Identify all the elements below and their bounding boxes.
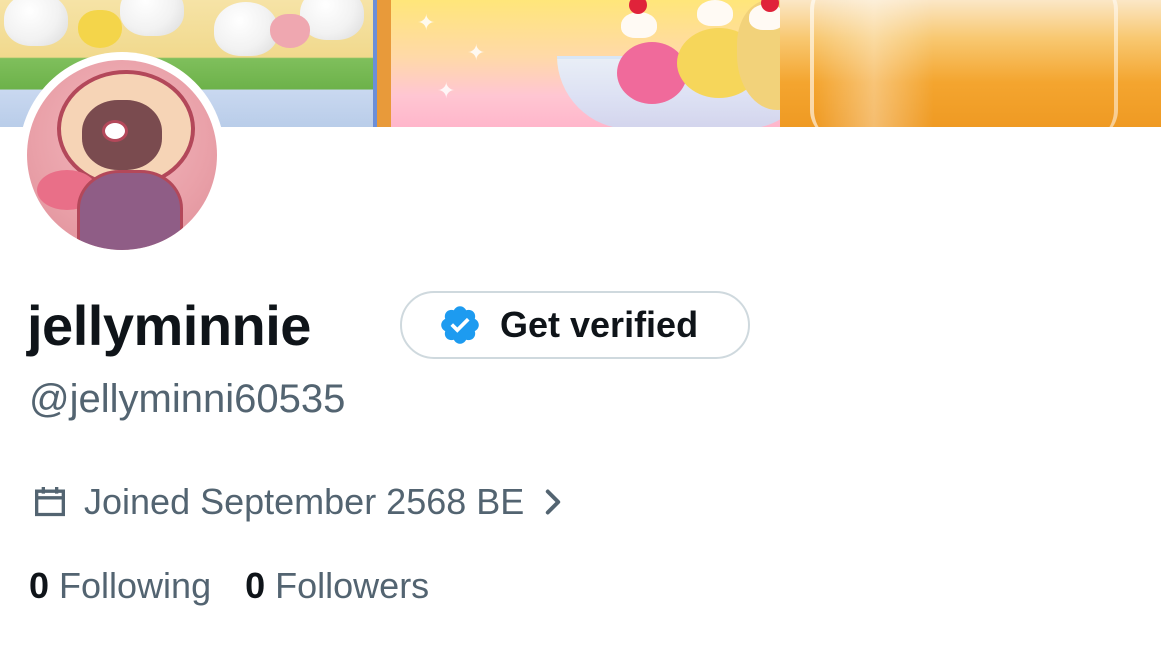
display-name: jellyminnie: [27, 294, 311, 357]
calendar-icon: [35, 487, 65, 517]
followers-link[interactable]: 0 Followers: [245, 565, 429, 607]
profile-page: ✦ ✦ ✦ jellyminnie Get verified @jellymin…: [0, 0, 1161, 649]
banner-banana-split-image: ✦ ✦ ✦: [377, 0, 780, 127]
joined-date-link[interactable]: Joined September 2568 BE: [30, 476, 566, 528]
verified-badge-icon: [441, 306, 479, 344]
avatar-image: [27, 60, 217, 250]
get-verified-button[interactable]: Get verified: [400, 291, 750, 359]
joined-date-text: Joined September 2568 BE: [84, 481, 525, 522]
profile-handle: @jellyminni60535: [29, 377, 346, 421]
banner-orange-drink-image: [780, 0, 1161, 127]
following-label: Following: [59, 565, 212, 606]
get-verified-label: Get verified: [500, 304, 699, 345]
avatar[interactable]: [19, 52, 225, 258]
follow-stats: 0 Following 0 Followers: [29, 560, 429, 612]
following-count: 0: [29, 565, 50, 606]
following-link[interactable]: 0 Following: [29, 565, 211, 607]
followers-label: Followers: [275, 565, 430, 606]
chevron-right-icon: [546, 489, 561, 515]
followers-count: 0: [245, 565, 266, 606]
